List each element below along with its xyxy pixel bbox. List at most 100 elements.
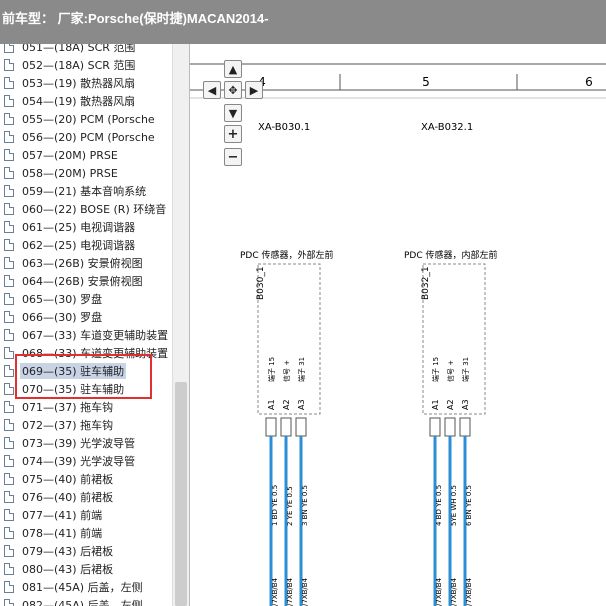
right-pin-name-1: 端子 15 [431,357,440,382]
column-number-6: 6 [585,75,593,89]
document-icon [4,563,14,575]
tree-item[interactable]: 060—(22) BOSE (R) 环绕音 [0,200,172,218]
right-wire-label-3: 6 BN YE 0.5 [465,485,473,526]
tree-item[interactable]: 075—(40) 前裙板 [0,470,172,488]
left-pin-name-3: 端子 31 [297,357,306,382]
tree-item-label: 053—(19) 散热器风扇 [22,77,136,90]
left-pin-2: A2 [282,399,291,410]
tree-item[interactable]: 053—(19) 散热器风扇 [0,74,172,92]
zoom-out-button[interactable]: − [224,148,242,166]
tree-item[interactable]: 061—(25) 电视调谐器 [0,218,172,236]
tree-item[interactable]: 055—(20) PCM (Porsche [0,110,172,128]
tree-item[interactable]: 073—(39) 光学波导管 [0,434,172,452]
document-icon [4,77,14,89]
tree-item-label: 081—(45A) 后盖，左侧 [22,581,143,594]
tree-item-label: 058—(20M) PRSE [22,166,118,180]
left-pin-3: A3 [297,399,306,410]
tree-item[interactable]: 056—(20) PCM (Porsche [0,128,172,146]
right-connector-2 [444,417,456,437]
document-icon [4,59,14,71]
tree-item[interactable]: 076—(40) 前裙板 [0,488,172,506]
bottom-label-2: /7XB/B4 [286,577,294,606]
tree-item[interactable]: 063—(26B) 安景俯视图 [0,254,172,272]
document-icon [4,44,14,53]
right-sensor-title: PDC 传感器，内部左前 [404,249,498,261]
left-connector-1 [265,417,277,437]
document-icon [4,491,14,503]
right-connector-3 [459,417,471,437]
left-sensor-box [257,263,321,415]
model-tree: 051—(18A) SCR 范围 052—(18A) SCR 范围 053—(19)… [0,44,172,606]
tree-item-label: 071—(37) 拖车钩 [22,401,114,414]
tree-item-label: 051—(18A) SCR 范围 [22,44,136,54]
zoom-in-button[interactable]: + [224,125,242,143]
document-icon [4,509,14,521]
pan-center-button[interactable]: ✥ [224,81,242,99]
tree-item-label: 066—(30) 罗盘 [22,311,103,324]
left-sensor-id: B030_1 [256,266,266,300]
bottom-label-6: /7XB/B4 [465,577,473,606]
tree-item-label: 072—(37) 拖车钩 [22,419,114,432]
tree-item[interactable]: 058—(20M) PRSE [0,164,172,182]
right-wire-label-1: 4 BD YE 0.5 [435,485,443,526]
tree-item-label: 080—(43) 后裙板 [22,563,114,576]
document-icon [4,545,14,557]
tree-item[interactable]: 071—(37) 拖车钩 [0,398,172,416]
tree-item[interactable]: 081—(45A) 后盖，左侧 [0,578,172,596]
column-number-5: 5 [422,75,430,89]
right-pin-1: A1 [431,399,440,410]
tree-item[interactable]: 074—(39) 光学波导管 [0,452,172,470]
document-icon [4,527,14,539]
tree-item[interactable]: 068—(33) 车道变更辅助装置 [0,344,172,362]
document-icon [4,149,14,161]
scroll-thumb[interactable] [175,382,187,606]
diagram-canvas: 4 5 6 XA-B030.1 XA-B032.1 PDC 传感器，外部左前 B… [190,63,606,606]
tree-item[interactable]: 066—(30) 罗盘 [0,308,172,326]
ref-label-right: XA-B032.1 [421,122,473,133]
document-icon [4,599,14,606]
tree-item-label: 061—(25) 电视调谐器 [22,221,136,234]
pan-right-button[interactable]: ▶ [245,81,263,99]
bottom-label-1: /7XB/B4 [271,577,279,606]
tree-item[interactable]: 080—(43) 后裙板 [0,560,172,578]
tree-item[interactable]: 069—(35) 驻车辅助 [0,362,172,380]
pan-left-button[interactable]: ◀ [203,81,221,99]
left-sensor: PDC 传感器，外部左前 B030_1 端子 15 信号 + 端子 31 A1 … [240,249,334,606]
pan-down-button[interactable]: ▼ [224,104,242,122]
document-icon [4,437,14,449]
tree-item-label: 069—(35) 驻车辅助 [20,363,127,379]
tree-item[interactable]: 079—(43) 后裙板 [0,542,172,560]
tree-item[interactable]: 062—(25) 电视调谐器 [0,236,172,254]
left-pin-name-2: 信号 + [282,360,291,382]
left-connector-2 [280,417,292,437]
document-icon [4,455,14,467]
left-wire-label-2: 2 YE YE 0.5 [286,486,294,526]
tree-item[interactable]: 078—(41) 前端 [0,524,172,542]
tree-item-label: 063—(26B) 安景俯视图 [22,257,143,270]
tree-item[interactable]: 054—(19) 散热器风扇 [0,92,172,110]
tree-item[interactable]: 059—(21) 基本音响系统 [0,182,172,200]
wiring-diagram: 4 5 6 XA-B030.1 XA-B032.1 PDC 传感器，外部左前 B… [189,44,606,606]
pan-up-button[interactable]: ▲ [224,60,242,78]
tree-item-label: 078—(41) 前端 [22,527,103,540]
document-icon [4,221,14,233]
tree-scrollbar[interactable] [172,44,189,606]
tree-item[interactable]: 072—(37) 拖车钩 [0,416,172,434]
right-connector-1 [429,417,441,437]
tree-item[interactable]: 070—(35) 驻车辅助 [0,380,172,398]
right-wire-label-2: 5YE WH 0.5 [450,485,458,526]
tree-item-label: 064—(26B) 安景俯视图 [22,275,143,288]
tree-item[interactable]: 051—(18A) SCR 范围 [0,44,172,56]
tree-item[interactable]: 065—(30) 罗盘 [0,290,172,308]
tree-item[interactable]: 064—(26B) 安景俯视图 [0,272,172,290]
tree-item[interactable]: 067—(33) 车道变更辅助装置 [0,326,172,344]
tree-item-label: 079—(43) 后裙板 [22,545,114,558]
tree-item[interactable]: 082—(45A) 后盖，左侧 [0,596,172,606]
tree-item[interactable]: 052—(18A) SCR 范围 [0,56,172,74]
document-icon [4,131,14,143]
tree-item[interactable]: 057—(20M) PRSE [0,146,172,164]
tree-item[interactable]: 077—(41) 前端 [0,506,172,524]
document-icon [4,311,14,323]
left-pin-1: A1 [267,399,276,410]
document-icon [4,293,14,305]
